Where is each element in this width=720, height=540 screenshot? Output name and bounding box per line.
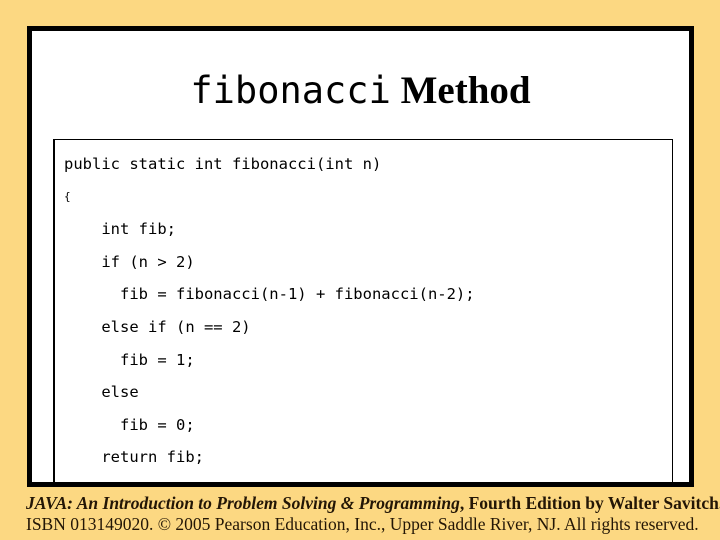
footer-line-2: ISBN 013149020. © 2005 Pearson Education…: [26, 514, 716, 535]
code-line: fib = 0;: [64, 415, 195, 434]
page-title-suffix: Method: [390, 69, 531, 112]
code-line: int fib;: [64, 220, 176, 239]
footer-credit: JAVA: An Introduction to Problem Solving…: [26, 493, 720, 535]
code-lines-container: public static int fibonacci(int n) { int …: [55, 140, 475, 482]
footer-edition-author: , Fourth Edition by Walter Savitch.: [459, 493, 720, 513]
page-title: fibonacci Method: [32, 71, 689, 110]
footer-line-1: JAVA: An Introduction to Problem Solving…: [26, 493, 720, 514]
code-line: }: [55, 474, 475, 482]
code-block: public static int fibonacci(int n) { int …: [53, 139, 673, 482]
code-line: else if (n == 2): [64, 317, 251, 336]
code-line: if (n > 2): [64, 252, 195, 271]
code-line: return fib;: [64, 448, 204, 467]
code-line: public static int fibonacci(int n): [64, 155, 382, 173]
slide-content-panel: fibonacci Method public static int fibon…: [27, 26, 694, 487]
footer-book-title: JAVA: An Introduction to Problem Solving…: [26, 493, 460, 513]
code-line: fib = 1;: [64, 350, 195, 369]
page-title-method-name: fibonacci: [190, 69, 391, 112]
code-line: {: [64, 189, 71, 203]
code-line: else: [64, 383, 139, 402]
footer-isbn-copyright: ISBN 013149020. © 2005 Pearson Education…: [26, 514, 699, 534]
code-line: fib = fibonacci(n-1) + fibonacci(n-2);: [64, 285, 475, 304]
slide-canvas: fibonacci Method public static int fibon…: [0, 0, 720, 540]
